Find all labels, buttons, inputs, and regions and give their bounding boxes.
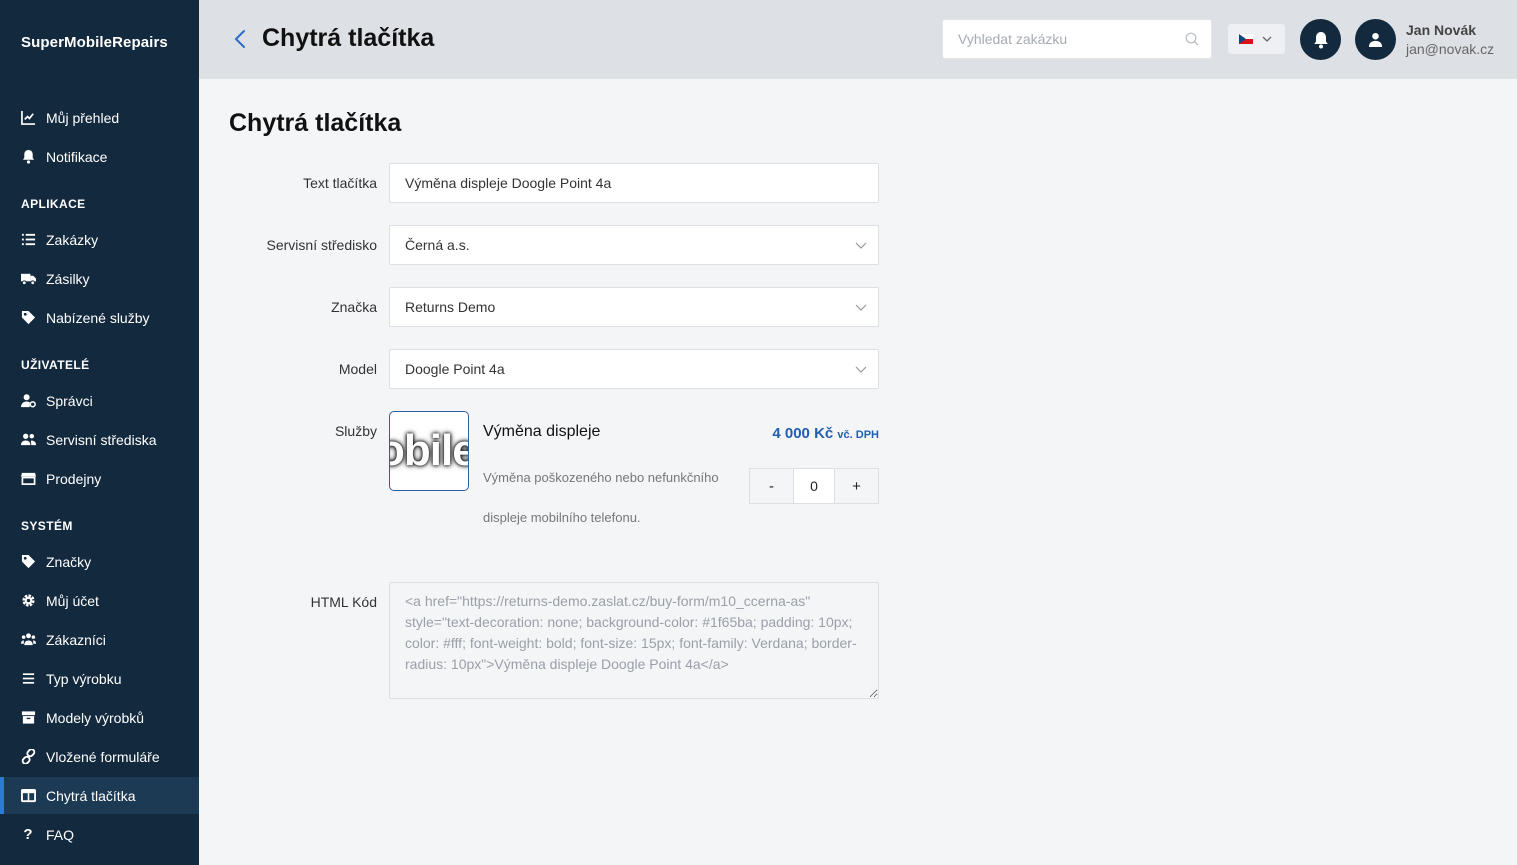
users-icon [20, 432, 36, 448]
sidebar-item-dashboard[interactable]: Můj přehled [0, 99, 199, 136]
page-title: Chytrá tlačítka [229, 109, 402, 137]
service-center-label: Servisní středisko [266, 237, 377, 253]
sidebar-item-label: Typ výrobku [46, 670, 122, 687]
sidebar-item-label: Nabízené služby [46, 309, 150, 326]
sidebar-item-label: Zásilky [46, 270, 90, 287]
czech-flag-icon [1239, 34, 1253, 44]
service-price: 4 000 Kč vč. DPH [772, 425, 879, 442]
sidebar-item-admins[interactable]: Správci [0, 382, 199, 419]
sidebar-item-brands[interactable]: Značky [0, 543, 199, 580]
sidebar-item-label: Můj přehled [46, 109, 120, 126]
search-box [942, 19, 1212, 59]
user-name[interactable]: Jan Novák [1406, 22, 1476, 38]
gear-icon [20, 593, 36, 609]
sidebar-item-orders[interactable]: Zakázky [0, 221, 199, 258]
table-icon [20, 788, 36, 804]
sidebar-item-product-type[interactable]: Typ výrobku [0, 660, 199, 697]
truck-icon [20, 271, 36, 287]
model-select[interactable]: Doogle Point 4a [389, 349, 879, 389]
brand-value: Returns Demo [405, 299, 496, 315]
sidebar-item-label: Můj účet [46, 592, 99, 609]
price-suffix: vč. DPH [837, 429, 879, 441]
model-label: Model [338, 361, 377, 377]
question-icon: ? [23, 826, 33, 843]
user-avatar[interactable] [1355, 19, 1396, 60]
section-title-aplikace: APLIKACE [21, 197, 86, 211]
header-title: Chytrá tlačítka [262, 24, 435, 52]
button-text-label: Text tlačítka [303, 175, 377, 191]
sidebar-item-label: Modely výrobků [46, 709, 145, 726]
store-icon [20, 471, 36, 487]
sidebar-item-faq[interactable]: ? FAQ [0, 816, 199, 853]
sidebar-item-label: Správci [46, 392, 93, 409]
chart-line-icon [20, 110, 36, 126]
price-amount: 4 000 Kč [772, 425, 834, 442]
user-gear-icon [20, 393, 36, 409]
model-value: Doogle Point 4a [405, 361, 505, 377]
service-center-value: Černá a.s. [405, 237, 470, 253]
services-label: Služby [334, 423, 377, 439]
user-group-icon [20, 632, 36, 648]
quantity-stepper: - 0 + [749, 468, 879, 504]
button-text-input[interactable]: Výměna displeje Doogle Point 4a [389, 163, 879, 203]
service-name: Výměna displeje [483, 423, 601, 440]
sidebar-item-label: Servisní střediska [46, 431, 157, 448]
increment-button[interactable]: + [835, 469, 878, 503]
chevron-down-icon [855, 242, 867, 249]
brand-logo[interactable]: SuperMobileRepairs [21, 34, 168, 51]
brand-select[interactable]: Returns Demo [389, 287, 879, 327]
tag-icon [20, 554, 36, 570]
sidebar-item-offered-services[interactable]: Nabízené služby [0, 299, 199, 336]
decrement-button[interactable]: - [750, 469, 793, 503]
sidebar-item-label: Zakázky [46, 231, 99, 248]
service-center-select[interactable]: Černá a.s. [389, 225, 879, 265]
link-icon [20, 749, 36, 765]
sidebar-item-stores[interactable]: Prodejny [0, 460, 199, 497]
back-button[interactable] [231, 27, 251, 51]
sidebar: SuperMobileRepairs Můj přehled Notifikac… [0, 0, 199, 865]
sidebar-item-service-centers[interactable]: Servisní střediska [0, 421, 199, 458]
chevron-left-icon [234, 30, 245, 48]
sidebar-item-label: Vložené formuláře [46, 748, 160, 765]
sidebar-item-notifications[interactable]: Notifikace [0, 138, 199, 175]
bars-icon [20, 671, 36, 687]
sidebar-item-label: Značky [46, 553, 92, 570]
quantity-value[interactable]: 0 [793, 469, 835, 503]
service-thumbnail-text: obile [390, 426, 468, 475]
brand-label: Značka [331, 299, 377, 315]
service-thumbnail[interactable]: obile [389, 411, 469, 491]
section-title-uzivatele: UŽIVATELÉ [21, 358, 90, 372]
search-input[interactable] [943, 20, 1173, 58]
user-icon [1368, 32, 1383, 47]
sidebar-item-label: Chytrá tlačítka [46, 787, 136, 804]
bell-icon [1313, 31, 1328, 48]
sidebar-item-my-account[interactable]: Můj účet [0, 582, 199, 619]
chevron-down-icon [855, 366, 867, 373]
html-code-textarea[interactable]: <a href="https://returns-demo.zaslat.cz/… [389, 582, 879, 699]
section-title-system: SYSTÉM [21, 519, 73, 533]
sidebar-item-label: Zákazníci [46, 631, 106, 648]
html-code-label: HTML Kód [310, 594, 377, 610]
sidebar-item-shipments[interactable]: Zásilky [0, 260, 199, 297]
sidebar-item-label: FAQ [46, 826, 75, 843]
notifications-button[interactable] [1300, 19, 1341, 60]
chevron-down-icon [855, 304, 867, 311]
bell-icon [20, 149, 36, 165]
language-select[interactable] [1228, 24, 1285, 54]
list-icon [20, 232, 36, 248]
sidebar-item-product-models[interactable]: Modely výrobků [0, 699, 199, 736]
top-header: Chytrá tlačítka Jan Novák jan@novak.cz [199, 0, 1517, 79]
sidebar-item-label: Prodejny [46, 470, 102, 487]
search-icon[interactable] [1185, 32, 1199, 46]
tag-icon [20, 310, 36, 326]
sidebar-item-customers[interactable]: Zákazníci [0, 621, 199, 658]
service-description: Výměna poškozeného nebo nefunkčního disp… [483, 470, 719, 525]
user-email: jan@novak.cz [1406, 41, 1495, 57]
sidebar-item-label: Notifikace [46, 148, 108, 165]
sidebar-item-smart-buttons[interactable]: Chytrá tlačítka [0, 777, 199, 814]
archive-icon [20, 710, 36, 726]
chevron-down-icon [1262, 36, 1272, 42]
sidebar-item-embedded-forms[interactable]: Vložené formuláře [0, 738, 199, 775]
